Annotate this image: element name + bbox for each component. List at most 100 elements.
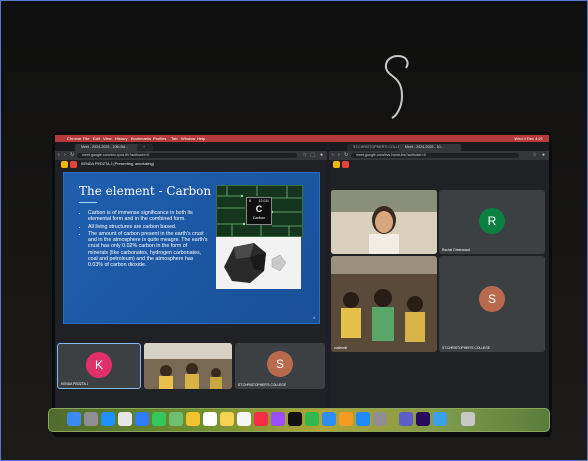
carbon-circuit-image: 6 12.011 C Carbon [216, 185, 303, 237]
teams-icon[interactable] [399, 412, 413, 426]
bookmark-star-icon[interactable]: ☆ [303, 152, 307, 159]
address-bar: ‹ › ↻ meet.google.com/xxv-rpcd-ffv?authu… [55, 151, 327, 160]
appstore-icon[interactable] [356, 412, 370, 426]
coat-hanger-icon [384, 55, 409, 119]
meet-app-icon [333, 161, 340, 168]
participant-tile[interactable]: K KENDA PEDZTA J [57, 343, 141, 389]
numbers-icon[interactable] [305, 412, 319, 426]
participant-video-tile[interactable] [331, 190, 437, 254]
bookmark-star-icon[interactable]: ☆ [533, 152, 537, 159]
recording-icon [342, 161, 349, 168]
menu-item[interactable]: Help [197, 135, 205, 142]
macos-menubar: Chrome File Edit View History Bookmarks … [55, 135, 549, 142]
element-name: Carbon [252, 216, 266, 220]
participant-tile[interactable]: R Rachel Greenwood [439, 190, 545, 254]
slide-number: 4 [313, 316, 315, 320]
reminders-icon[interactable] [237, 412, 251, 426]
safari-icon[interactable] [101, 412, 115, 426]
participant-name: KENDA PEDZTA J [61, 382, 89, 386]
participant-name: ST.CHRISTOPHER'S COLLEGE [442, 346, 491, 350]
reload-icon[interactable]: ↻ [344, 152, 348, 159]
participant-video-tile[interactable] [144, 343, 232, 389]
element-symbol: C [255, 204, 263, 214]
forward-icon[interactable]: › [64, 152, 66, 159]
tab-college[interactable]: ST.CHRISTOPHER'S COLLEGE [347, 144, 403, 151]
profile-icon[interactable]: ● [542, 152, 545, 159]
avatar: S [267, 351, 293, 377]
periodic-element-card: 6 12.011 C Carbon [246, 197, 272, 225]
atomic-number: 6 [249, 199, 251, 203]
participant-video-tile[interactable]: codesmit [331, 256, 437, 352]
menu-item[interactable]: Bookmarks [131, 135, 151, 142]
recording-icon [70, 161, 77, 168]
menu-item[interactable]: History [115, 135, 127, 142]
meet-app-icon [61, 161, 68, 168]
settings-icon[interactable] [373, 412, 387, 426]
participant-name: codesmit [334, 346, 348, 350]
reload-icon[interactable]: ↻ [70, 152, 74, 159]
trash-icon[interactable] [461, 412, 475, 426]
notes-icon[interactable] [220, 412, 234, 426]
meet-grid: R Rachel Greenwood codesmit S ST.CHRISTO… [329, 160, 549, 421]
participant-strip: K KENDA PEDZTA J S ST.CHRISTOPHER'S COLL… [55, 343, 327, 389]
macos-dock [48, 408, 550, 432]
launchpad-icon[interactable] [84, 412, 98, 426]
music-icon[interactable] [254, 412, 268, 426]
slide-bullet: The amount of carbon present in the eart… [88, 231, 208, 269]
menu-item[interactable]: View [103, 135, 112, 142]
url-input[interactable]: meet.google.com/xxv-rpcd-ffv?authuser=0 [77, 153, 297, 158]
facetime-icon[interactable] [152, 412, 166, 426]
tab-meet[interactable]: Meet - 2024-2025 - 10... [399, 144, 461, 151]
browser-window-left: Meet - 2024-2025 - 10th Bd... + ‹ › ↻ me… [55, 142, 327, 421]
chrome-icon[interactable] [118, 412, 132, 426]
tab-strip: ST.CHRISTOPHER'S COLLEGE Meet - 2024-202… [329, 142, 549, 158]
photos-icon[interactable] [186, 412, 200, 426]
new-tab-button[interactable]: + [137, 144, 153, 151]
back-icon[interactable]: ‹ [58, 152, 60, 159]
back-icon[interactable]: ‹ [332, 152, 334, 159]
participant-tile[interactable]: S ST.CHRISTOPHER'S COLLEGE [235, 343, 325, 389]
presentation-slide: The element - Carbon Carbon is of immens… [63, 172, 320, 324]
laptop-screen: Chrome File Edit View History Bookmarks … [55, 135, 549, 428]
extensions-icon[interactable]: ⬚ [310, 152, 315, 159]
url-input[interactable]: meet.google.com/bvs-hxxm-fvs?authuser=0 [351, 153, 519, 158]
pages-icon[interactable] [339, 412, 353, 426]
tab-meet[interactable]: Meet - 2024-2025 - 10th Bd... [75, 144, 141, 151]
menu-item[interactable]: Profiles [153, 135, 166, 142]
slide-bullet: All living structures are carbon based. [88, 224, 208, 230]
coal-image [216, 237, 301, 289]
address-bar: ‹ › ↻ meet.google.com/bvs-hxxm-fvs?authu… [329, 151, 549, 160]
window-controls [58, 145, 70, 158]
menubar-clock: Wed 4 Dec 4:21 [514, 136, 543, 141]
maps-icon[interactable] [169, 412, 183, 426]
calendar-icon[interactable] [203, 412, 217, 426]
slide-bullet-list: Carbon is of immense significance in bot… [82, 210, 208, 270]
slide-bullet: Carbon is of immense significance in bot… [88, 210, 208, 223]
classroom-video [144, 343, 232, 389]
forward-icon[interactable]: › [338, 152, 340, 159]
participant-name: ST.CHRISTOPHER'S COLLEGE [238, 383, 287, 387]
participant-tile[interactable]: S ST.CHRISTOPHER'S COLLEGE [439, 256, 545, 352]
menu-item[interactable]: Edit [93, 135, 100, 142]
preview-icon[interactable] [433, 412, 447, 426]
premiere-icon[interactable] [416, 412, 430, 426]
tv-icon[interactable] [288, 412, 302, 426]
podcasts-icon[interactable] [271, 412, 285, 426]
menu-item[interactable]: Chrome [67, 135, 81, 142]
window-controls [332, 145, 344, 158]
mail-icon[interactable] [135, 412, 149, 426]
menu-item[interactable]: Window [181, 135, 195, 142]
menu-item[interactable]: Tab [171, 135, 177, 142]
tab-strip: Meet - 2024-2025 - 10th Bd... + [55, 142, 327, 158]
atomic-mass: 12.011 [258, 199, 269, 203]
menu-item[interactable]: File [83, 135, 89, 142]
coal-lump-shape [224, 243, 287, 283]
finder-icon[interactable] [67, 412, 81, 426]
keynote-icon[interactable] [322, 412, 336, 426]
profile-icon[interactable]: ● [320, 152, 323, 159]
slide-title: The element - Carbon [79, 184, 212, 198]
meet-stage: KENDA PEDZTA J (Presenting, annotating) … [55, 160, 327, 421]
avatar: R [479, 208, 505, 234]
browser-window-right: ST.CHRISTOPHER'S COLLEGE Meet - 2024-202… [329, 142, 549, 421]
avatar: S [479, 286, 505, 312]
